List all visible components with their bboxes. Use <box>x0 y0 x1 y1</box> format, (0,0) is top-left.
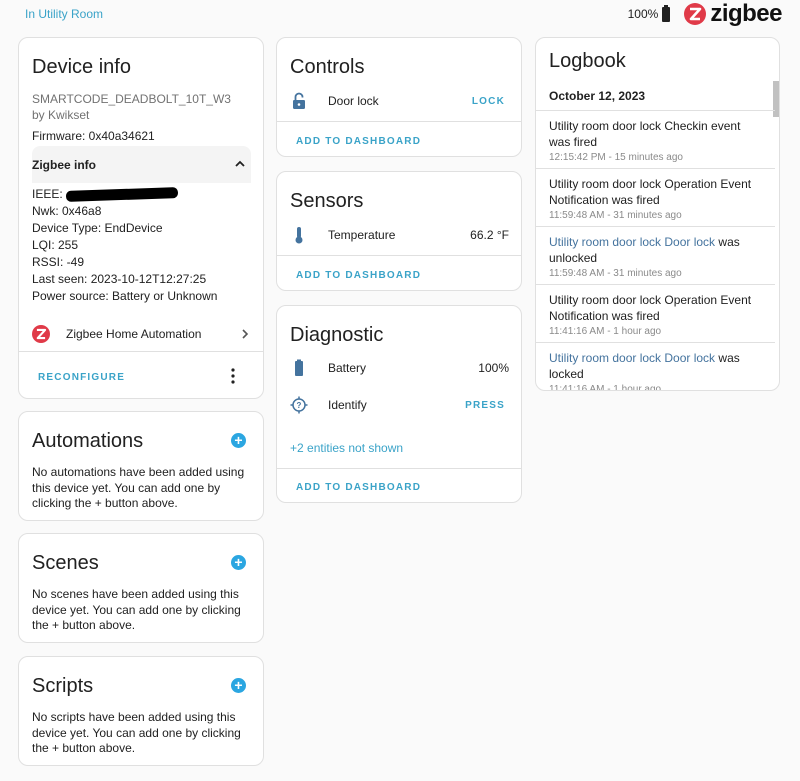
more-options-icon[interactable] <box>231 368 235 384</box>
divider <box>277 468 521 469</box>
diagnostic-card: Diagnostic Battery 100% ? Identify PRESS… <box>276 305 522 503</box>
chevron-up-icon <box>235 160 245 167</box>
log-entry: Utility room door lock Checkin event was… <box>536 110 775 168</box>
log-time: 11:41:16 AM - 1 hour ago <box>549 326 662 337</box>
reconfigure-button[interactable]: RECONFIGURE <box>38 372 125 383</box>
nwk: Nwk: 0x46a8 <box>32 204 102 218</box>
device-model: SMARTCODE_DEADBOLT_10T_W3 <box>32 92 231 106</box>
scenes-card: Scenes + No scenes have been added using… <box>18 533 264 643</box>
log-message: Utility room door lock Operation Event N… <box>549 293 752 323</box>
entity-name: Temperature <box>328 228 396 242</box>
add-to-dashboard-button[interactable]: ADD TO DASHBOARD <box>296 136 421 147</box>
area-link[interactable]: In Utility Room <box>25 7 103 21</box>
zigbee-info-details: IEEE: Nwk: 0x46a8 Device Type: EndDevice… <box>32 186 217 305</box>
press-button[interactable]: PRESS <box>465 400 505 411</box>
log-time: 11:59:48 AM - 31 minutes ago <box>549 268 682 279</box>
zigbee-info-toggle[interactable]: Zigbee info <box>32 146 251 183</box>
battery-icon <box>662 4 671 22</box>
entity-name: Door lock <box>328 94 379 108</box>
sensors-card: Sensors Temperature 66.2 °F ADD TO DASHB… <box>276 171 522 291</box>
device-header-right: 100% zigbee <box>627 0 783 27</box>
integration-link[interactable]: Zigbee Home Automation <box>32 322 251 346</box>
log-message: Utility room door lock Operation Event N… <box>549 177 752 207</box>
top-bar: In Utility Room 100% zigbee <box>0 0 800 30</box>
rssi: RSSI: -49 <box>32 255 85 269</box>
entity-name: Identify <box>328 398 367 412</box>
ieee-row: IEEE: <box>32 186 217 203</box>
entity-row-battery[interactable]: Battery 100% <box>290 358 509 378</box>
scenes-empty-text: No scenes have been added using this dev… <box>32 587 241 632</box>
automations-card: Automations + No automations have been a… <box>18 411 264 521</box>
entity-row-temperature[interactable]: Temperature 66.2 °F <box>290 225 509 245</box>
divider <box>19 351 263 352</box>
divider <box>277 255 521 256</box>
log-time: 11:59:48 AM - 31 minutes ago <box>549 210 682 221</box>
temperature-value: 66.2 °F <box>470 228 509 242</box>
log-entry: Utility room door lock Door lock was loc… <box>536 342 775 391</box>
scripts-empty-text: No scripts have been added using this de… <box>32 710 241 755</box>
scripts-title: Scripts <box>32 675 94 697</box>
add-to-dashboard-button[interactable]: ADD TO DASHBOARD <box>296 270 421 281</box>
add-automation-button[interactable]: + <box>231 433 246 448</box>
log-entry: Utility room door lock Operation Event N… <box>536 168 775 226</box>
zigbee-integration-icon <box>32 325 50 343</box>
thermometer-icon <box>290 226 308 244</box>
lock-open-icon <box>290 92 308 110</box>
logbook-list: Utility room door lock Checkin event was… <box>536 110 775 391</box>
automations-title: Automations <box>32 430 144 452</box>
battery-percentage: 100% <box>627 7 659 21</box>
zigbee-logo-icon <box>684 3 707 25</box>
scripts-card: Scripts + No scripts have been added usi… <box>18 656 264 766</box>
logbook-card: Logbook October 12, 2023 Utility room do… <box>535 37 780 391</box>
scenes-title: Scenes <box>32 552 99 574</box>
ieee-label: IEEE: <box>32 187 63 201</box>
lqi: LQI: 255 <box>32 238 79 252</box>
zigbee-brand-text: zigbee <box>710 0 782 27</box>
diagnostic-title: Diagnostic <box>290 324 384 346</box>
device-info-card: Device info SMARTCODE_DEADBOLT_10T_W3 by… <box>18 37 264 399</box>
add-script-button[interactable]: + <box>231 678 246 693</box>
power-source: Power source: Battery or Unknown <box>32 289 218 303</box>
identify-icon: ? <box>290 396 308 414</box>
battery-value: 100% <box>478 361 509 375</box>
entity-row-identify[interactable]: ? Identify PRESS <box>290 395 509 415</box>
controls-title: Controls <box>290 56 365 78</box>
battery-icon <box>290 359 308 377</box>
divider <box>277 121 521 122</box>
svg-text:?: ? <box>297 401 302 410</box>
ieee-redacted <box>65 187 178 202</box>
log-message: Utility room door lock Checkin event was… <box>549 119 741 149</box>
log-entity-link[interactable]: Utility room door lock Door lock <box>549 235 715 249</box>
entity-row-door-lock[interactable]: Door lock LOCK <box>290 91 509 111</box>
log-time: 11:41:16 AM - 1 hour ago <box>549 384 662 391</box>
controls-card: Controls Door lock LOCK ADD TO DASHBOARD <box>276 37 522 157</box>
zigbee-info-label: Zigbee info <box>32 158 96 172</box>
device-manufacturer: by Kwikset <box>32 108 90 122</box>
chevron-right-icon <box>242 329 249 339</box>
last-seen: Last seen: 2023-10-12T12:27:25 <box>32 272 207 286</box>
automations-empty-text: No automations have been added using thi… <box>32 465 245 510</box>
entity-name: Battery <box>328 361 367 375</box>
sensors-title: Sensors <box>290 190 364 212</box>
integration-name: Zigbee Home Automation <box>66 327 202 341</box>
log-entry: Utility room door lock Door lock was unl… <box>536 226 775 284</box>
add-scene-button[interactable]: + <box>231 555 246 570</box>
device-info-title: Device info <box>32 56 131 78</box>
device-firmware: Firmware: 0x40a34621 <box>32 129 155 143</box>
log-time: 12:15:42 PM - 15 minutes ago <box>549 152 683 163</box>
lock-button[interactable]: LOCK <box>472 96 505 107</box>
log-entity-link[interactable]: Utility room door lock Door lock <box>549 351 715 365</box>
logbook-date: October 12, 2023 <box>549 89 646 103</box>
device-type: Device Type: EndDevice <box>32 221 163 235</box>
log-entry: Utility room door lock Operation Event N… <box>536 284 775 342</box>
logbook-title: Logbook <box>549 50 626 72</box>
hidden-entities-link[interactable]: +2 entities not shown <box>290 441 403 455</box>
add-to-dashboard-button[interactable]: ADD TO DASHBOARD <box>296 482 421 493</box>
